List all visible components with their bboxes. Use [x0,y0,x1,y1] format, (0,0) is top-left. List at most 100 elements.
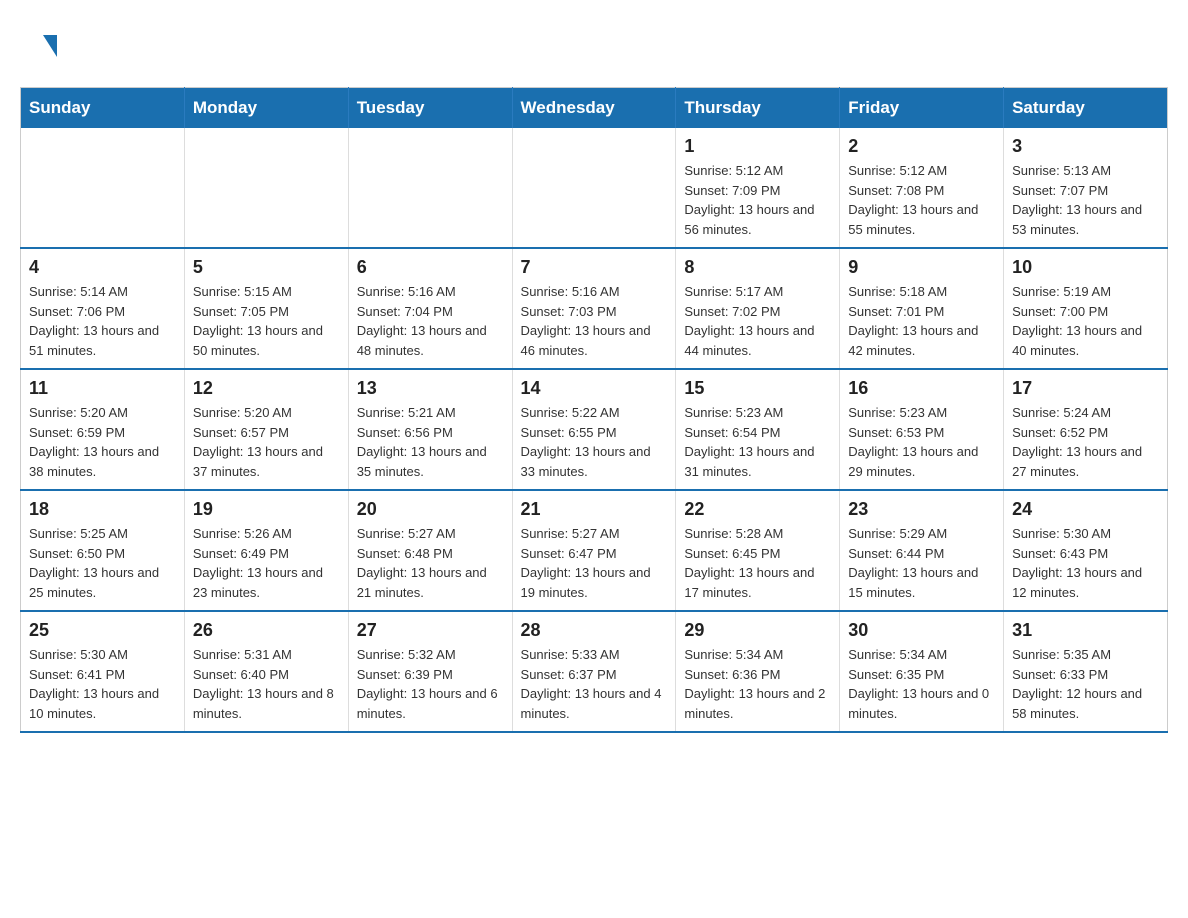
calendar-cell: 9Sunrise: 5:18 AM Sunset: 7:01 PM Daylig… [840,248,1004,369]
day-info: Sunrise: 5:30 AM Sunset: 6:43 PM Dayligh… [1012,524,1159,602]
day-info: Sunrise: 5:21 AM Sunset: 6:56 PM Dayligh… [357,403,504,481]
day-number: 8 [684,257,831,278]
day-number: 25 [29,620,176,641]
calendar-header-row: SundayMondayTuesdayWednesdayThursdayFrid… [21,88,1168,129]
calendar-cell: 12Sunrise: 5:20 AM Sunset: 6:57 PM Dayli… [184,369,348,490]
day-info: Sunrise: 5:22 AM Sunset: 6:55 PM Dayligh… [521,403,668,481]
day-of-week-header: Friday [840,88,1004,129]
calendar-cell: 15 Sunrise: 5:23 AM Sunset: 6:54 PM Dayli… [676,369,840,490]
day-number: 26 [193,620,340,641]
day-info: Sunrise: 5:13 AM Sunset: 7:07 PM Dayligh… [1012,161,1159,239]
calendar-cell [184,128,348,248]
day-number: 22 [684,499,831,520]
calendar-cell: 7 Sunrise: 5:16 AM Sunset: 7:03 PM Daylig… [512,248,676,369]
calendar-cell [348,128,512,248]
day-info: Sunrise: 5:30 AM Sunset: 6:41 PM Dayligh… [29,645,176,723]
calendar-cell: 24 Sunrise: 5:30 AM Sunset: 6:43 PM Dayli… [1004,490,1168,611]
day-info: Sunrise: 5:23 AM Sunset: 6:53 PM Dayligh… [848,403,995,481]
day-info: Sunrise: 5:12 AM Sunset: 7:08 PM Dayligh… [848,161,995,239]
day-info: Sunrise: 5:20 AM Sunset: 6:57 PM Dayligh… [193,403,340,481]
day-info: Sunrise: 5:33 AM Sunset: 6:37 PM Dayligh… [521,645,668,723]
page-header [20,20,1168,67]
day-of-week-header: Wednesday [512,88,676,129]
calendar-cell: 25 Sunrise: 5:30 AM Sunset: 6:41 PM Dayli… [21,611,185,732]
day-number: 17 [1012,378,1159,399]
calendar-cell: 17Sunrise: 5:24 AM Sunset: 6:52 PM Dayli… [1004,369,1168,490]
day-number: 24 [1012,499,1159,520]
calendar-cell: 10 Sunrise: 5:19 AM Sunset: 7:00 PM Dayli… [1004,248,1168,369]
calendar-cell: 14 Sunrise: 5:22 AM Sunset: 6:55 PM Dayli… [512,369,676,490]
calendar-week-row: 25 Sunrise: 5:30 AM Sunset: 6:41 PM Dayli… [21,611,1168,732]
day-of-week-header: Saturday [1004,88,1168,129]
calendar-week-row: 11 Sunrise: 5:20 AM Sunset: 6:59 PM Dayli… [21,369,1168,490]
day-of-week-header: Tuesday [348,88,512,129]
calendar-cell: 8 Sunrise: 5:17 AM Sunset: 7:02 PM Daylig… [676,248,840,369]
day-info: Sunrise: 5:26 AM Sunset: 6:49 PM Dayligh… [193,524,340,602]
calendar-cell: 26Sunrise: 5:31 AM Sunset: 6:40 PM Dayli… [184,611,348,732]
day-number: 21 [521,499,668,520]
day-number: 4 [29,257,176,278]
day-number: 11 [29,378,176,399]
day-info: Sunrise: 5:25 AM Sunset: 6:50 PM Dayligh… [29,524,176,602]
day-number: 9 [848,257,995,278]
calendar-cell: 18 Sunrise: 5:25 AM Sunset: 6:50 PM Dayli… [21,490,185,611]
calendar-cell: 23 Sunrise: 5:29 AM Sunset: 6:44 PM Dayli… [840,490,1004,611]
day-number: 19 [193,499,340,520]
day-number: 28 [521,620,668,641]
day-number: 14 [521,378,668,399]
calendar-cell: 11 Sunrise: 5:20 AM Sunset: 6:59 PM Dayli… [21,369,185,490]
calendar-table: SundayMondayTuesdayWednesdayThursdayFrid… [20,87,1168,733]
day-info: Sunrise: 5:20 AM Sunset: 6:59 PM Dayligh… [29,403,176,481]
day-info: Sunrise: 5:14 AM Sunset: 7:06 PM Dayligh… [29,282,176,360]
calendar-cell: 4 Sunrise: 5:14 AM Sunset: 7:06 PM Daylig… [21,248,185,369]
day-number: 20 [357,499,504,520]
calendar-cell: 27 Sunrise: 5:32 AM Sunset: 6:39 PM Dayli… [348,611,512,732]
day-info: Sunrise: 5:16 AM Sunset: 7:04 PM Dayligh… [357,282,504,360]
day-info: Sunrise: 5:19 AM Sunset: 7:00 PM Dayligh… [1012,282,1159,360]
day-info: Sunrise: 5:12 AM Sunset: 7:09 PM Dayligh… [684,161,831,239]
day-info: Sunrise: 5:28 AM Sunset: 6:45 PM Dayligh… [684,524,831,602]
calendar-cell [21,128,185,248]
day-info: Sunrise: 5:29 AM Sunset: 6:44 PM Dayligh… [848,524,995,602]
day-of-week-header: Sunday [21,88,185,129]
day-of-week-header: Monday [184,88,348,129]
logo-triangle-icon [43,35,57,57]
day-info: Sunrise: 5:27 AM Sunset: 6:47 PM Dayligh… [521,524,668,602]
day-info: Sunrise: 5:34 AM Sunset: 6:36 PM Dayligh… [684,645,831,723]
day-number: 10 [1012,257,1159,278]
calendar-cell: 29 Sunrise: 5:34 AM Sunset: 6:36 PM Dayli… [676,611,840,732]
day-number: 3 [1012,136,1159,157]
day-number: 15 [684,378,831,399]
day-info: Sunrise: 5:23 AM Sunset: 6:54 PM Dayligh… [684,403,831,481]
day-number: 27 [357,620,504,641]
calendar-cell: 30 Sunrise: 5:34 AM Sunset: 6:35 PM Dayli… [840,611,1004,732]
calendar-cell: 1 Sunrise: 5:12 AM Sunset: 7:09 PM Daylig… [676,128,840,248]
calendar-cell: 31 Sunrise: 5:35 AM Sunset: 6:33 PM Dayli… [1004,611,1168,732]
day-number: 31 [1012,620,1159,641]
day-info: Sunrise: 5:17 AM Sunset: 7:02 PM Dayligh… [684,282,831,360]
calendar-week-row: 1 Sunrise: 5:12 AM Sunset: 7:09 PM Daylig… [21,128,1168,248]
day-number: 18 [29,499,176,520]
calendar-cell: 28 Sunrise: 5:33 AM Sunset: 6:37 PM Dayli… [512,611,676,732]
calendar-cell: 3 Sunrise: 5:13 AM Sunset: 7:07 PM Daylig… [1004,128,1168,248]
calendar-cell [512,128,676,248]
day-number: 23 [848,499,995,520]
day-number: 30 [848,620,995,641]
day-number: 1 [684,136,831,157]
day-info: Sunrise: 5:16 AM Sunset: 7:03 PM Dayligh… [521,282,668,360]
day-info: Sunrise: 5:32 AM Sunset: 6:39 PM Dayligh… [357,645,504,723]
day-number: 13 [357,378,504,399]
day-number: 7 [521,257,668,278]
day-number: 2 [848,136,995,157]
day-info: Sunrise: 5:34 AM Sunset: 6:35 PM Dayligh… [848,645,995,723]
day-info: Sunrise: 5:35 AM Sunset: 6:33 PM Dayligh… [1012,645,1159,723]
calendar-cell: 16Sunrise: 5:23 AM Sunset: 6:53 PM Dayli… [840,369,1004,490]
calendar-cell: 21 Sunrise: 5:27 AM Sunset: 6:47 PM Dayli… [512,490,676,611]
day-number: 5 [193,257,340,278]
day-of-week-header: Thursday [676,88,840,129]
calendar-week-row: 18 Sunrise: 5:25 AM Sunset: 6:50 PM Dayli… [21,490,1168,611]
calendar-cell: 13 Sunrise: 5:21 AM Sunset: 6:56 PM Dayli… [348,369,512,490]
calendar-cell: 5Sunrise: 5:15 AM Sunset: 7:05 PM Daylig… [184,248,348,369]
day-number: 29 [684,620,831,641]
calendar-cell: 19 Sunrise: 5:26 AM Sunset: 6:49 PM Dayli… [184,490,348,611]
